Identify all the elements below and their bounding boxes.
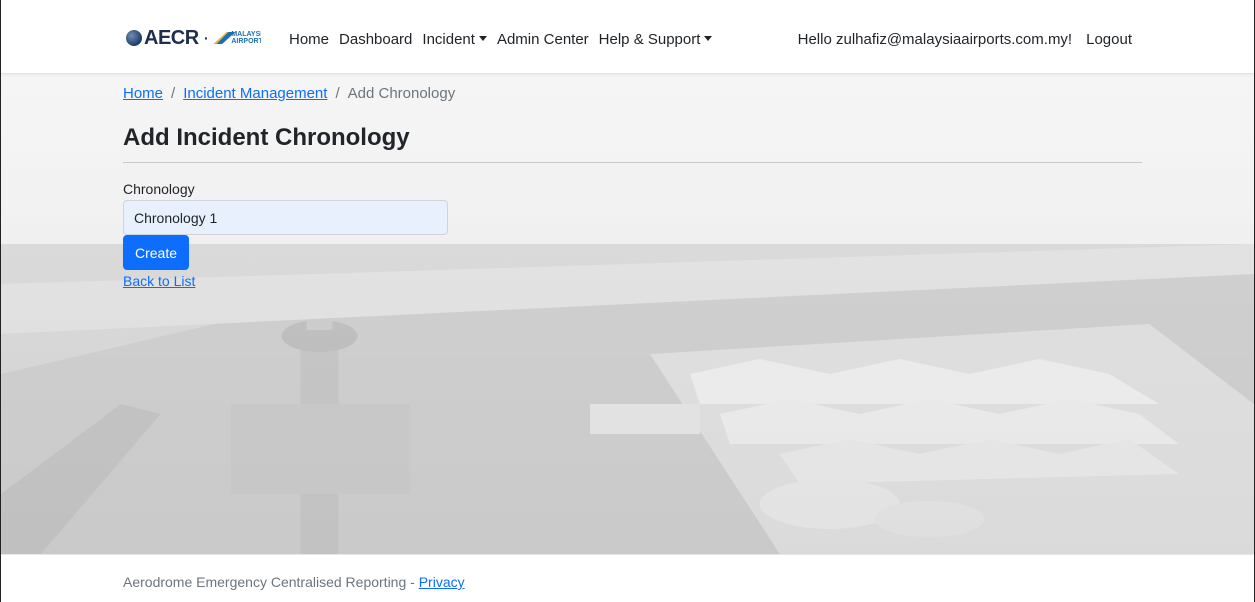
user-greeting[interactable]: Hello zulhafiz@malaysiaairports.com.my! <box>798 31 1072 48</box>
chronology-input[interactable] <box>123 200 448 235</box>
nav-admin-center-label: Admin Center <box>496 31 589 48</box>
nav-home-label: Home <box>289 31 330 48</box>
top-navbar: AECR · MALAYSIA AIRPORTS Home Dashboard … <box>1 0 1254 74</box>
breadcrumb-home-link[interactable]: Home <box>123 85 163 102</box>
back-to-list-link[interactable]: Back to List <box>123 273 195 289</box>
nav-admin-center[interactable]: Admin Center <box>497 31 589 48</box>
footer-app-name: Aerodrome Emergency Centralised Reportin… <box>123 574 419 590</box>
nav-dashboard[interactable]: Dashboard <box>339 31 412 48</box>
breadcrumb-incident-management-link[interactable]: Incident Management <box>183 85 327 102</box>
page-footer: Aerodrome Emergency Centralised Reportin… <box>1 554 1254 602</box>
globe-icon <box>126 30 142 46</box>
create-button[interactable]: Create <box>123 235 189 270</box>
nav-home[interactable]: Home <box>289 31 329 48</box>
caret-down-icon <box>704 36 713 41</box>
page-content: Home / Incident Management / Add Chronol… <box>1 74 1254 554</box>
nav-incident-dropdown[interactable]: Incident <box>422 31 487 48</box>
user-menu: Hello zulhafiz@malaysiaairports.com.my! … <box>798 31 1132 48</box>
breadcrumb-current: Add Chronology <box>347 85 456 102</box>
logout-link[interactable]: Logout <box>1086 31 1132 48</box>
caret-down-icon <box>478 36 487 41</box>
privacy-link[interactable]: Privacy <box>419 574 465 590</box>
partner-logo-text: MALAYSIA AIRPORTS <box>231 31 261 45</box>
breadcrumb-separator: / <box>335 85 340 102</box>
nav-help-support-dropdown[interactable]: Help & Support <box>599 31 713 48</box>
browser-viewport: AECR · MALAYSIA AIRPORTS Home Dashboard … <box>0 0 1255 602</box>
nav-links: Home Dashboard Incident Admin Center Hel… <box>289 31 722 48</box>
page-title: Add Incident Chronology <box>123 124 410 151</box>
chronology-label: Chronology <box>123 181 195 197</box>
nav-incident-label: Incident <box>422 31 475 48</box>
title-divider <box>123 162 1142 163</box>
brand-logo[interactable]: AECR · MALAYSIA AIRPORTS <box>126 26 261 50</box>
brand-separator: · <box>202 26 210 49</box>
footer-text: Aerodrome Emergency Centralised Reportin… <box>123 574 465 590</box>
main-content: Home / Incident Management / Add Chronol… <box>1 74 1254 554</box>
breadcrumb-separator: / <box>171 85 176 102</box>
brand-name: AECR <box>144 26 199 49</box>
nav-help-support-label: Help & Support <box>598 31 701 48</box>
breadcrumb: Home / Incident Management / Add Chronol… <box>123 85 455 102</box>
malaysia-airports-logo: MALAYSIA AIRPORTS <box>213 30 261 46</box>
nav-dashboard-label: Dashboard <box>339 31 413 48</box>
